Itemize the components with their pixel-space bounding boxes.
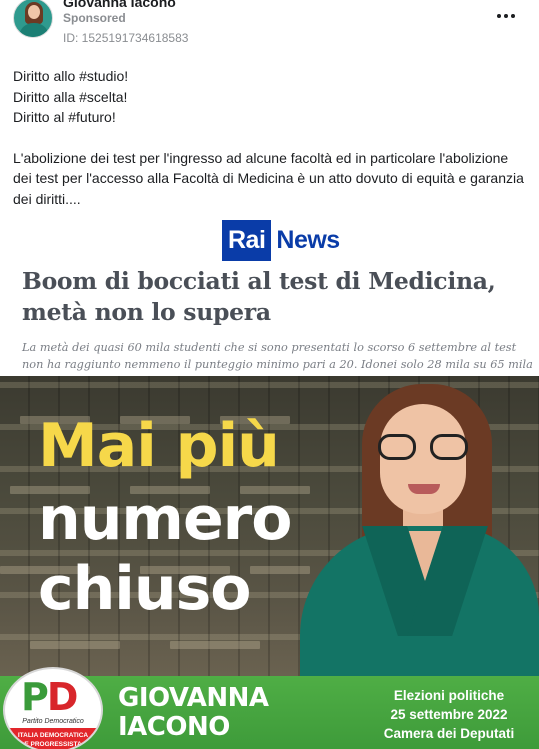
tagline-line-2: numero (38, 484, 292, 554)
candidate-name: GIOVANNA IACONO (118, 683, 269, 742)
ad-creative-image[interactable]: Rai News Boom di bocciati al test di Med… (0, 213, 539, 749)
more-options-button[interactable] (494, 4, 518, 28)
candidate-portrait (300, 376, 539, 676)
tagline-line-1: Mai più (38, 411, 280, 481)
post-header: Giovanna Iacono Sponsored ID: 1525191734… (0, 0, 539, 50)
author-name[interactable]: Giovanna Iacono (63, 0, 176, 10)
glasses-icon (378, 434, 468, 460)
news-headline: Boom di bocciati al test di Medicina, me… (22, 267, 496, 326)
ad-id: ID: 1525191734618583 (63, 31, 189, 45)
post-line: Diritto allo #studio! (13, 68, 129, 84)
exam-hall-photo: Mai più numero chiuso (0, 376, 539, 676)
post-text: Diritto allo #studio! Diritto alla #scel… (13, 66, 528, 209)
tagline-line-3: chiuso (38, 554, 251, 624)
election-info: Elezioni politiche 25 settembre 2022 Cam… (383, 688, 515, 741)
post-paragraph: L'abolizione dei test per l'ingresso ad … (13, 149, 524, 207)
more-horizontal-icon (497, 14, 501, 18)
sponsored-label: Sponsored (63, 11, 126, 25)
post-line: Diritto alla #scelta! (13, 88, 128, 105)
author-avatar[interactable] (13, 0, 53, 38)
campaign-banner: PD Partito Democratico ITALIA DEMOCRATIC… (0, 667, 539, 749)
rai-news-logo: Rai News (222, 220, 340, 261)
post-line: Diritto al #futuro! (13, 109, 116, 125)
party-logo: PD Partito Democratico ITALIA DEMOCRATIC… (3, 667, 103, 749)
news-clipping: Rai News Boom di bocciati al test di Med… (0, 213, 539, 388)
